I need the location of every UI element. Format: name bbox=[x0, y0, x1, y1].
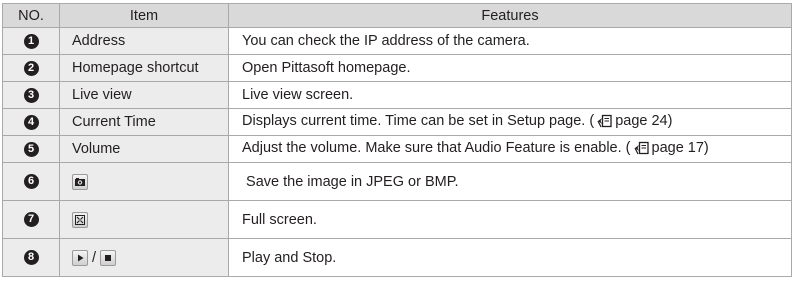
table-row: 5 Volume Adjust the volume. Make sure th… bbox=[2, 135, 792, 163]
features-cell: Displays current time. Time can be set i… bbox=[228, 108, 792, 136]
item-cell bbox=[59, 200, 229, 239]
table-row: 6 Save the image in JPEG or BMP. bbox=[2, 162, 792, 201]
row-number-badge: 2 bbox=[23, 60, 39, 76]
camera-icon bbox=[72, 173, 88, 190]
item-cell: Volume bbox=[59, 135, 229, 163]
features-cell: Adjust the volume. Make sure that Audio … bbox=[228, 135, 792, 163]
header-no: NO. bbox=[2, 3, 60, 28]
features-cell: You can check the IP address of the came… bbox=[228, 27, 792, 55]
features-page-ref: page 24) bbox=[615, 112, 673, 129]
table-row: 3 Live view Live view screen. bbox=[2, 81, 792, 109]
table-row: 1 Address You can check the IP address o… bbox=[2, 27, 792, 55]
features-cell: Open Pittasoft homepage. bbox=[228, 54, 792, 82]
header-features: Features bbox=[228, 3, 792, 28]
row-number-badge: 6 bbox=[23, 174, 39, 190]
stop-icon bbox=[100, 249, 117, 266]
icon-separator: / bbox=[92, 249, 97, 266]
item-cell: Homepage shortcut bbox=[59, 54, 229, 82]
features-cell: Full screen. bbox=[228, 200, 792, 239]
table-row: 7 Full screen. bbox=[2, 200, 792, 239]
features-cell: Play and Stop. bbox=[228, 238, 792, 277]
features-text: Adjust the volume. Make sure that Audio … bbox=[242, 139, 631, 156]
fullscreen-icon bbox=[72, 211, 88, 228]
table-row: 2 Homepage shortcut Open Pittasoft homep… bbox=[2, 54, 792, 82]
table-header-row: NO. Item Features bbox=[2, 3, 792, 28]
item-cell: Current Time bbox=[59, 108, 229, 136]
row-number-badge: 8 bbox=[23, 250, 39, 266]
row-number-badge: 1 bbox=[23, 33, 39, 49]
features-table: NO. Item Features 1 Address You can chec… bbox=[2, 3, 792, 277]
item-cell: Live view bbox=[59, 81, 229, 109]
row-number-badge: 3 bbox=[23, 87, 39, 103]
table-row: 8 / Play and Stop. bbox=[2, 238, 792, 277]
features-page-ref: page 17) bbox=[651, 139, 709, 156]
page-reference-icon bbox=[633, 141, 649, 159]
features-text: Displays current time. Time can be set i… bbox=[242, 112, 595, 129]
item-cell: Address bbox=[59, 27, 229, 55]
features-cell: Save the image in JPEG or BMP. bbox=[228, 162, 792, 201]
item-cell: / bbox=[59, 238, 229, 277]
row-number-badge: 7 bbox=[23, 212, 39, 228]
row-number-badge: 4 bbox=[23, 114, 39, 130]
features-cell: Live view screen. bbox=[228, 81, 792, 109]
header-item: Item bbox=[59, 3, 229, 28]
page-reference-icon bbox=[597, 114, 612, 132]
play-icon bbox=[72, 249, 88, 266]
row-number-badge: 5 bbox=[23, 141, 39, 157]
table-row: 4 Current Time Displays current time. Ti… bbox=[2, 108, 792, 136]
item-cell bbox=[59, 162, 229, 201]
